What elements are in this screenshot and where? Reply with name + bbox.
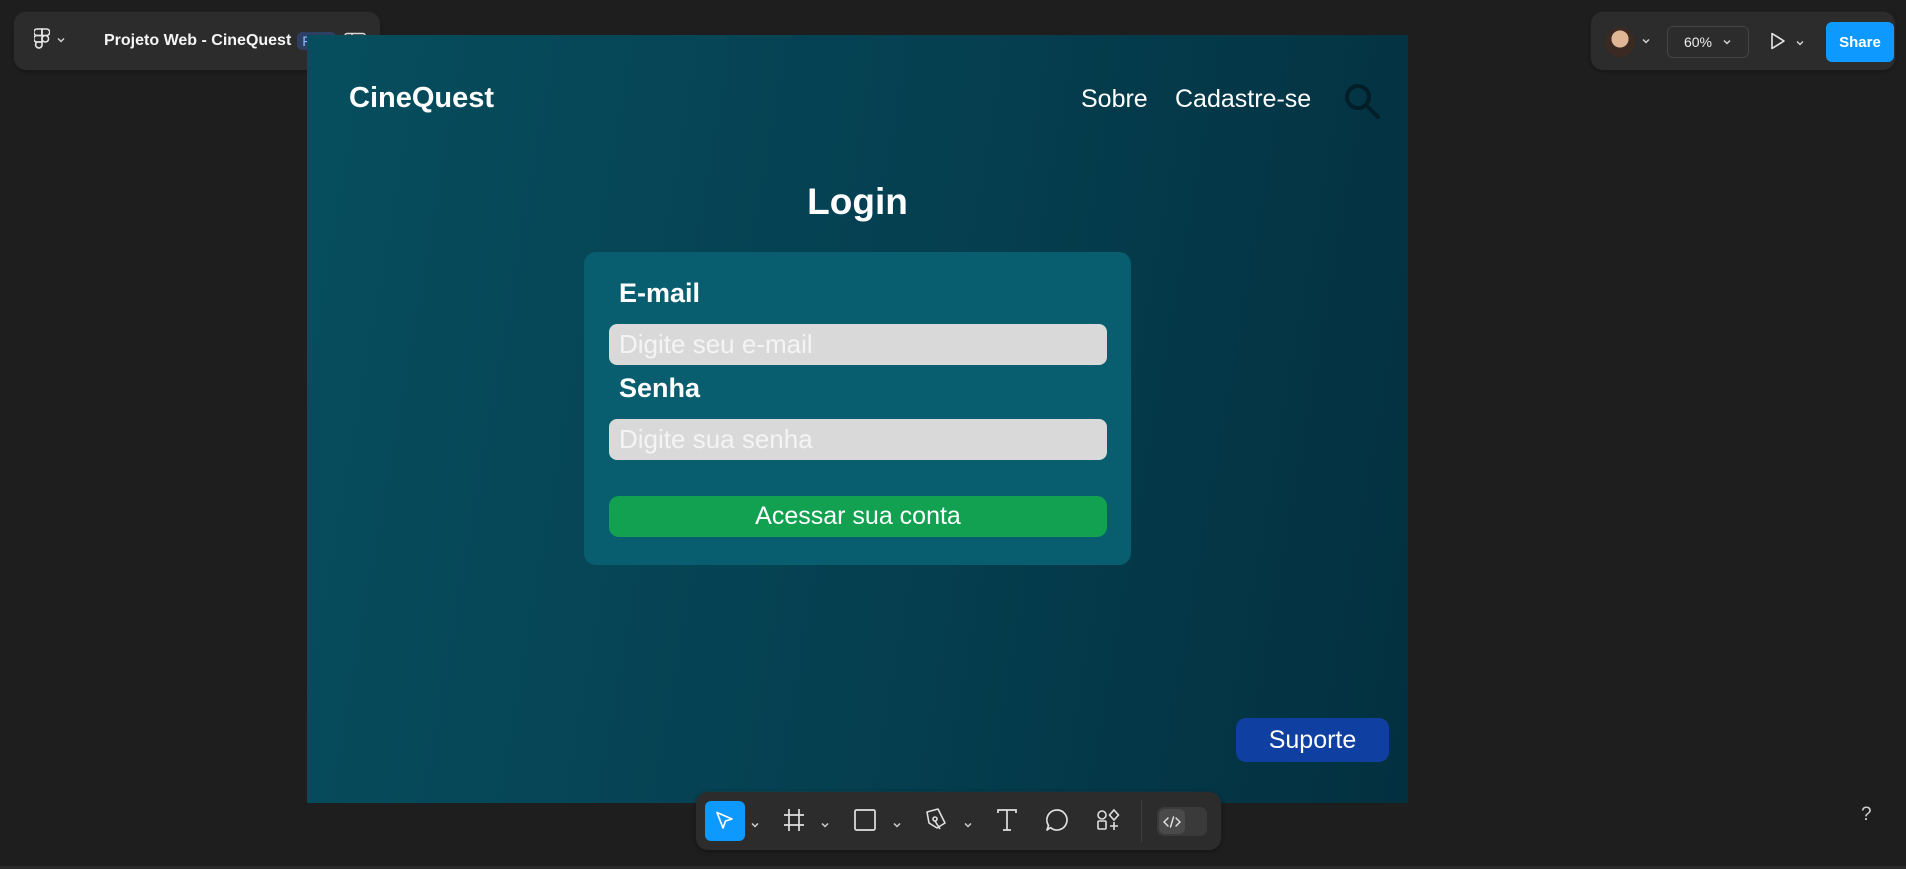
- zoom-level: 60%: [1683, 34, 1713, 50]
- zoom-dropdown[interactable]: 60%: [1667, 26, 1749, 58]
- chevron-down-icon[interactable]: [820, 817, 830, 835]
- comment-tool-icon: [1046, 809, 1068, 831]
- user-menu[interactable]: [1605, 27, 1651, 57]
- chevron-down-icon: [1722, 34, 1732, 50]
- nav-link-signup[interactable]: Cadastre-se: [1175, 85, 1311, 114]
- brand-logo-text[interactable]: CineQuest: [349, 82, 494, 115]
- avatar: [1605, 27, 1635, 57]
- actions-icon: [1097, 808, 1120, 830]
- login-card: E-mail Senha Acessar sua conta: [584, 252, 1131, 565]
- password-field[interactable]: [609, 419, 1107, 460]
- rectangle-tool-button[interactable]: [852, 805, 878, 835]
- design-frame[interactable]: CineQuest Sobre Cadastre-se Login E-mail…: [307, 35, 1408, 803]
- text-tool-button[interactable]: [994, 805, 1020, 835]
- email-field[interactable]: [609, 324, 1107, 365]
- page-title: Login: [807, 181, 908, 222]
- rectangle-tool-icon: [854, 809, 876, 831]
- login-submit-button[interactable]: Acessar sua conta: [609, 496, 1107, 537]
- move-tool-icon: [716, 811, 733, 829]
- frame-tool-icon: [784, 809, 804, 831]
- comment-tool-button[interactable]: [1044, 805, 1070, 835]
- move-tool-button[interactable]: [705, 801, 745, 841]
- file-name[interactable]: Projeto Web - CineQuest: [104, 32, 291, 50]
- actions-button[interactable]: [1094, 805, 1122, 835]
- support-button[interactable]: Suporte: [1236, 718, 1389, 762]
- chevron-down-icon: [56, 32, 66, 50]
- present-button[interactable]: [1769, 31, 1805, 56]
- share-button[interactable]: Share: [1826, 22, 1894, 62]
- chevron-down-icon: [1795, 35, 1805, 53]
- toolbar-divider: [1141, 800, 1142, 842]
- dev-mode-icon: [1163, 815, 1181, 828]
- main-menu-button[interactable]: [33, 27, 104, 55]
- email-label: E-mail: [619, 278, 701, 308]
- nav-link-about[interactable]: Sobre: [1081, 85, 1148, 114]
- chevron-down-icon[interactable]: [892, 817, 902, 835]
- pen-tool-button[interactable]: [922, 805, 950, 835]
- figma-logo-icon: [33, 27, 51, 55]
- share-panel: 60% Share: [1591, 12, 1895, 70]
- dev-mode-knob: [1159, 809, 1185, 834]
- text-tool-icon: [997, 809, 1017, 831]
- frame-tool-button[interactable]: [781, 805, 807, 835]
- help-button[interactable]: ?: [1861, 804, 1872, 826]
- pen-tool-icon: [926, 808, 946, 830]
- password-label: Senha: [619, 373, 701, 403]
- search-icon[interactable]: [1343, 82, 1381, 125]
- chevron-down-icon: [1641, 33, 1651, 51]
- chevron-down-icon[interactable]: [963, 817, 973, 835]
- play-icon: [1769, 31, 1787, 56]
- chevron-down-icon[interactable]: [750, 817, 760, 835]
- dev-mode-toggle[interactable]: [1157, 807, 1207, 836]
- bottom-toolbar: [696, 792, 1221, 850]
